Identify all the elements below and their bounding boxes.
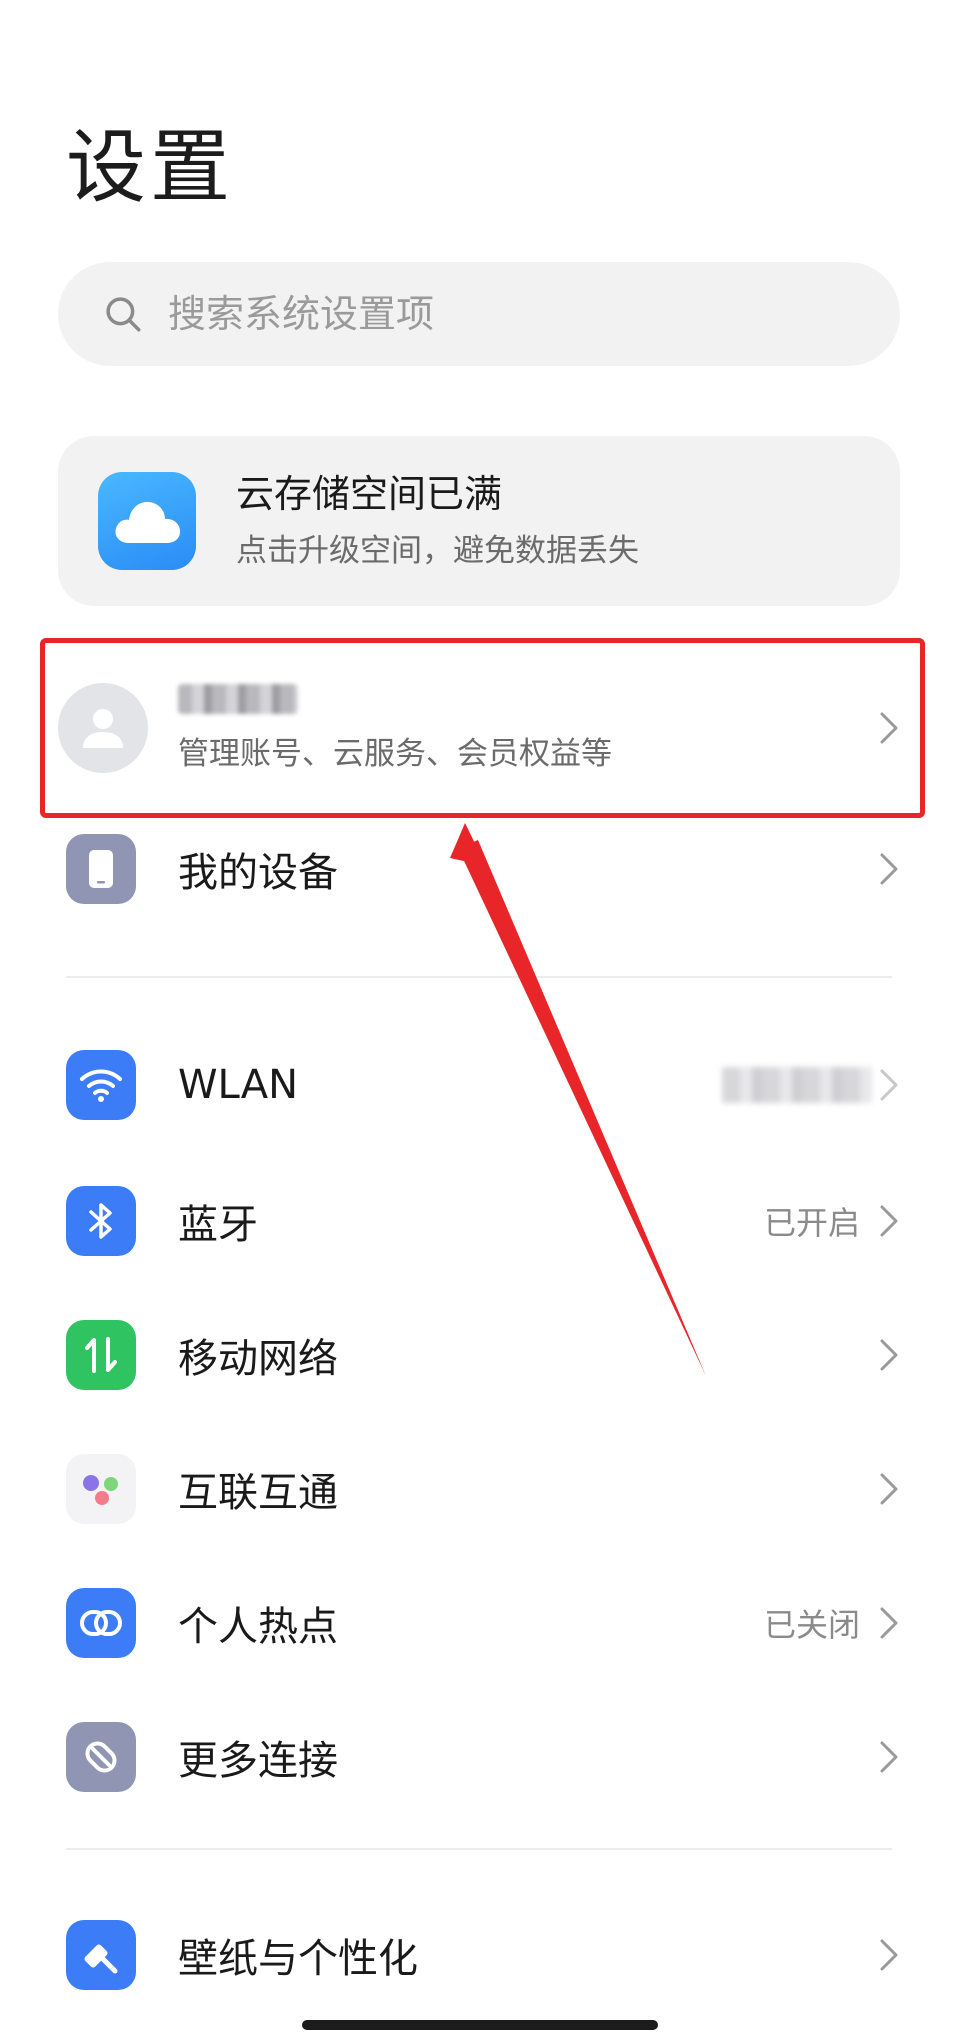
- my-devices-label: 我的设备: [178, 850, 338, 896]
- wlan-row[interactable]: WLAN: [66, 1040, 900, 1130]
- hotspot-status: 已关闭: [763, 1606, 860, 1644]
- interconnect-row[interactable]: 互联互通: [66, 1444, 900, 1534]
- hotspot-row[interactable]: 个人热点 已关闭: [66, 1578, 900, 1668]
- bluetooth-row[interactable]: 蓝牙 已开启: [66, 1176, 900, 1266]
- wallpaper-row[interactable]: 壁纸与个性化: [66, 1910, 900, 2000]
- chevron-right-icon: [880, 1741, 898, 1773]
- chevron-right-icon: [880, 1939, 898, 1971]
- wlan-label: WLAN: [178, 1062, 299, 1108]
- account-name-redacted: [178, 683, 298, 714]
- account-subtitle: 管理账号、云服务、会员权益等: [178, 735, 612, 772]
- mobile-data-icon: [66, 1320, 136, 1390]
- chevron-right-icon: [880, 1607, 898, 1639]
- wlan-network-redacted: [722, 1067, 872, 1103]
- hotspot-icon: [66, 1588, 136, 1658]
- bluetooth-status: 已开启: [763, 1204, 860, 1242]
- search-icon: [106, 297, 141, 332]
- brush-icon: [66, 1920, 136, 1990]
- interconnect-label: 互联互通: [178, 1470, 338, 1516]
- more-connections-icon: [66, 1722, 136, 1792]
- avatar: [58, 683, 148, 773]
- bluetooth-icon: [66, 1186, 136, 1256]
- wallpaper-label: 壁纸与个性化: [178, 1936, 418, 1982]
- section-divider: [66, 976, 892, 978]
- search-input[interactable]: [168, 292, 808, 336]
- section-divider: [66, 1848, 892, 1850]
- cloud-card-subtitle: 点击升级空间，避免数据丢失: [236, 533, 639, 570]
- interconnect-icon: [66, 1454, 136, 1524]
- cloud-icon: [98, 472, 196, 570]
- wifi-icon: [66, 1050, 136, 1120]
- cloud-storage-card[interactable]: 云存储空间已满 点击升级空间，避免数据丢失: [58, 436, 900, 606]
- chevron-right-icon: [880, 1473, 898, 1505]
- bluetooth-label: 蓝牙: [178, 1202, 258, 1248]
- hotspot-label: 个人热点: [178, 1604, 338, 1650]
- cloud-card-title: 云存储空间已满: [236, 471, 503, 516]
- device-icon: [66, 834, 136, 904]
- chevron-right-icon: [880, 1339, 898, 1371]
- page-title: 设置: [66, 121, 234, 214]
- mobile-network-row[interactable]: 移动网络: [66, 1310, 900, 1400]
- chevron-right-icon: [880, 853, 898, 885]
- my-devices-row[interactable]: 我的设备: [66, 824, 900, 914]
- mobile-network-label: 移动网络: [178, 1336, 338, 1382]
- account-row[interactable]: 管理账号、云服务、会员权益等: [58, 676, 900, 780]
- chevron-right-icon: [880, 1069, 898, 1101]
- more-connections-label: 更多连接: [178, 1738, 338, 1784]
- home-indicator[interactable]: [302, 2020, 658, 2030]
- search-bar[interactable]: [58, 262, 900, 366]
- chevron-right-icon: [880, 1205, 898, 1237]
- more-connections-row[interactable]: 更多连接: [66, 1712, 900, 1802]
- chevron-right-icon: [880, 712, 898, 744]
